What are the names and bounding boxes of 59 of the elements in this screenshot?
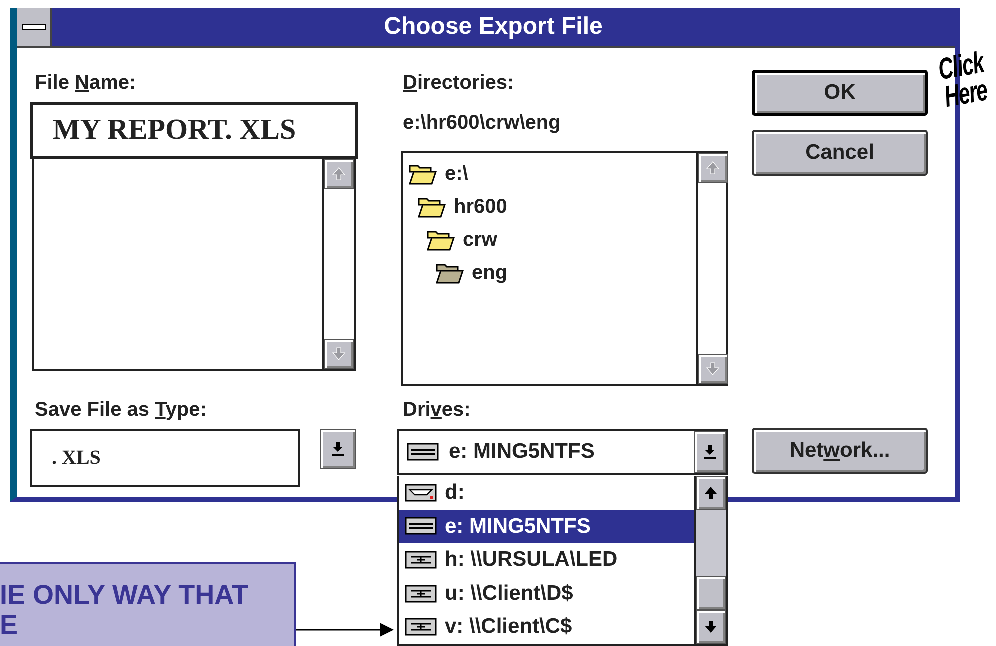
field-label: Drives: [403,399,472,421]
scroll-up-button[interactable] [696,476,726,510]
down-arrow-icon [705,361,721,377]
disc-drive-icon [405,484,437,502]
callout-text: IE ONLY WAY THAT [0,580,250,610]
drive-option[interactable]: u: \\Client\D$ [399,576,694,610]
dropdown-button[interactable] [320,429,356,469]
dropdown-button[interactable] [694,431,726,473]
scroll-down-button[interactable] [698,354,728,384]
drive-list[interactable]: d: e: MING5NTFS h: \\URSULA\LED u: \\Client\D$ v: \\Client\C$ [397,476,728,646]
up-arrow-icon [703,485,719,501]
open-folder-icon [409,162,437,184]
file-name-field[interactable]: MY REPORT. XLS [30,102,358,159]
click-here-annotation: Click Here [934,48,991,114]
field-label: Save File as Type: [35,399,208,421]
hard-drive-icon [405,517,437,536]
drive-option[interactable]: v: \\Client\C$ [399,610,694,644]
scroll-up-button[interactable] [698,153,728,183]
down-arrow-icon [702,444,718,460]
field-label: Directories: [403,72,516,94]
directory-path: e:\hr600\crw\eng [403,112,562,134]
network-drive-icon [405,618,437,636]
system-menu-button[interactable] [17,8,52,46]
scroll-up-button[interactable] [324,159,354,189]
open-folder-icon [418,196,446,218]
open-folder-icon [427,228,455,250]
scroll-down-button[interactable] [696,610,726,644]
window-title: Choose Export File [383,12,604,42]
cancel-button[interactable]: Cancel [752,130,928,176]
drive-dropdown[interactable]: e: MING5NTFS [397,429,728,475]
callout-text: E [0,610,20,640]
scrollbar[interactable] [694,476,726,644]
minus-bar-icon [22,24,46,30]
network-drive-icon [405,550,437,569]
down-arrow-icon [330,441,346,457]
folder-item[interactable]: eng [409,256,696,289]
scroll-thumb[interactable] [696,576,726,610]
folder-item[interactable]: hr600 [409,190,696,223]
file-type-dropdown[interactable]: . XLS [30,429,300,487]
field-label: File Name: [35,72,138,94]
scroll-down-button[interactable] [324,339,354,369]
hard-drive-icon [407,443,439,461]
network-button[interactable]: Network... [752,428,928,474]
scrollbar[interactable] [696,153,726,384]
drive-option[interactable]: d: [399,476,694,510]
ok-button[interactable]: OK [752,70,928,116]
down-arrow-icon [703,619,719,635]
folder-item[interactable]: e:\ [409,157,696,190]
directory-list[interactable]: e:\ hr600 crw eng [401,151,728,386]
up-arrow-icon [331,166,347,182]
open-folder-icon [436,262,464,284]
down-arrow-icon [331,346,347,362]
folder-item[interactable]: crw [409,223,696,256]
up-arrow-icon [705,160,721,176]
network-drive-icon [405,584,437,603]
drive-option[interactable]: e: MING5NTFS [399,510,694,544]
file-list[interactable] [32,159,356,371]
scrollbar[interactable] [322,159,354,369]
drive-option[interactable]: h: \\URSULA\LED [399,543,694,577]
